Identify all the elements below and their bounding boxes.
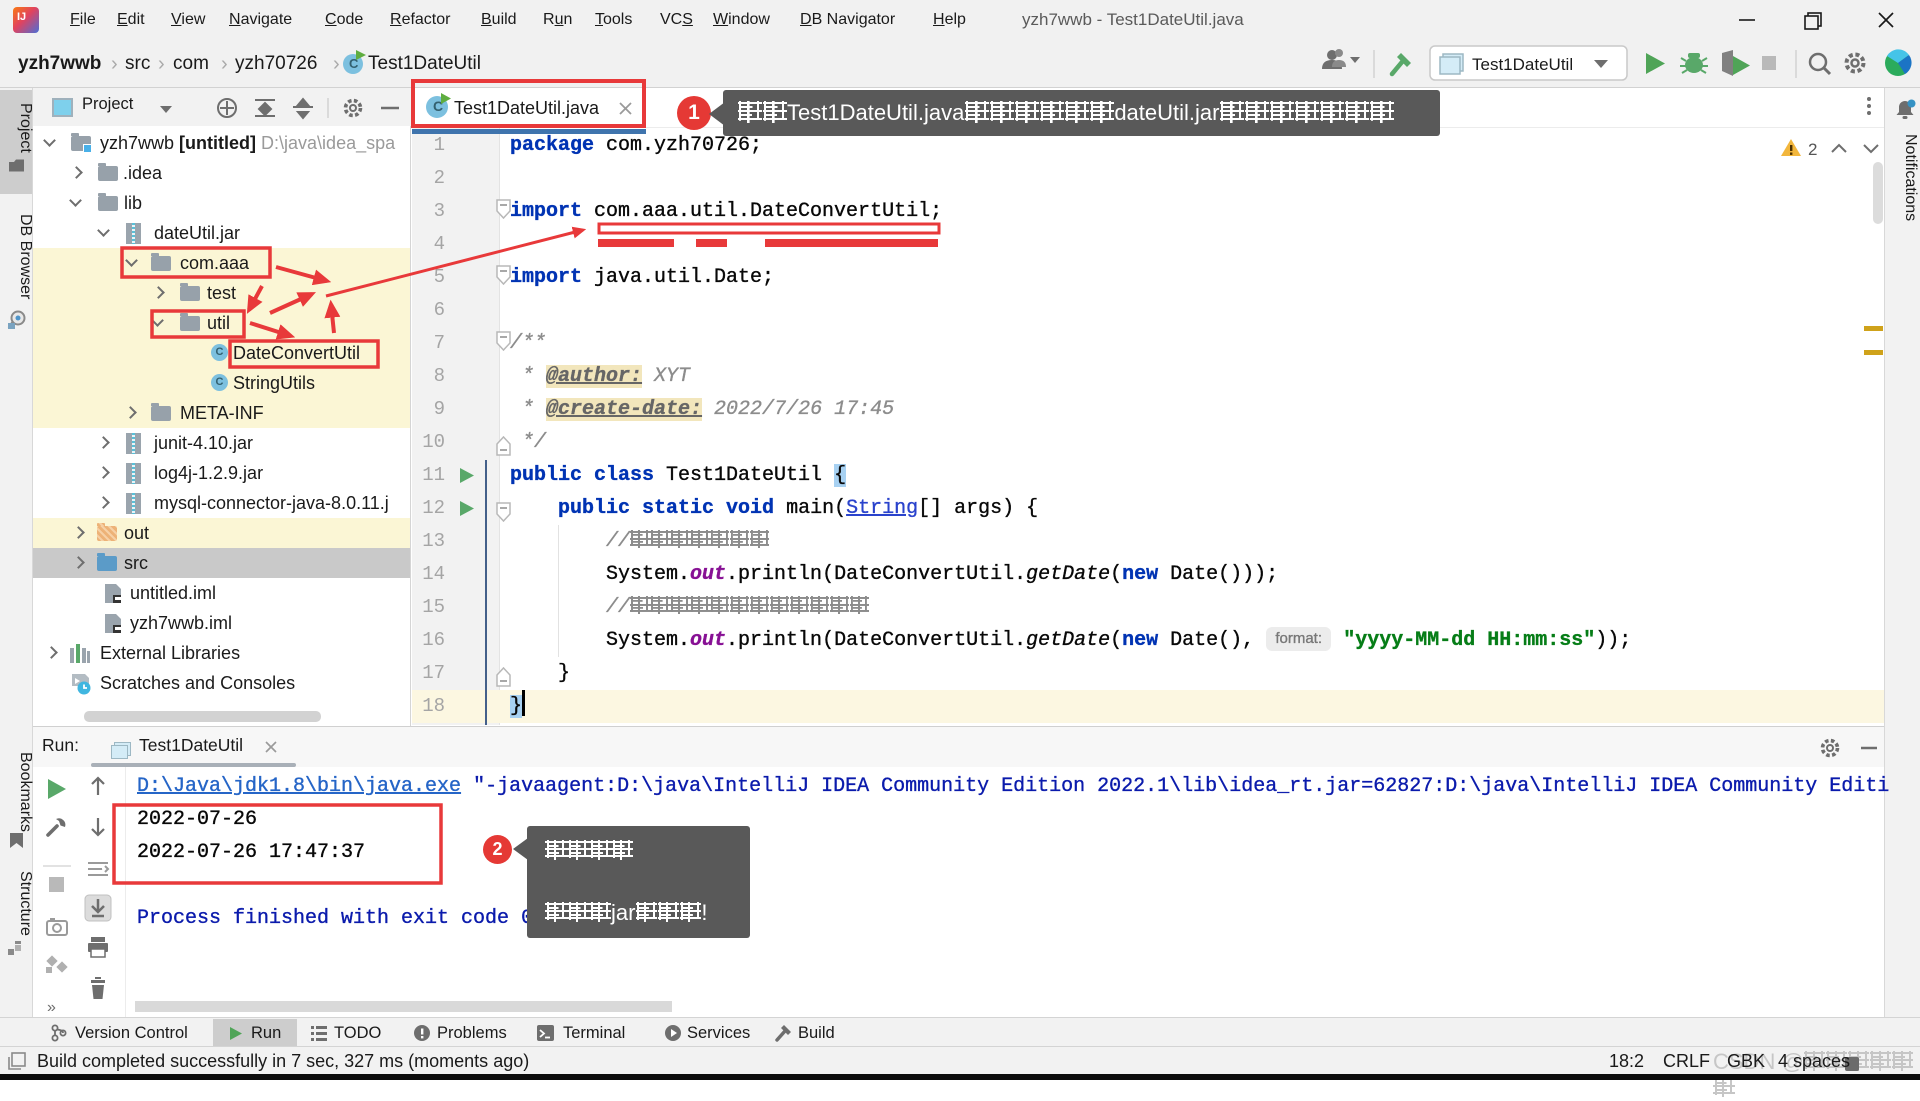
svg-text:»: » [47, 999, 56, 1016]
svg-text:Test1DateUtil: Test1DateUtil [1472, 55, 1573, 74]
svg-text:2: 2 [1808, 140, 1817, 159]
